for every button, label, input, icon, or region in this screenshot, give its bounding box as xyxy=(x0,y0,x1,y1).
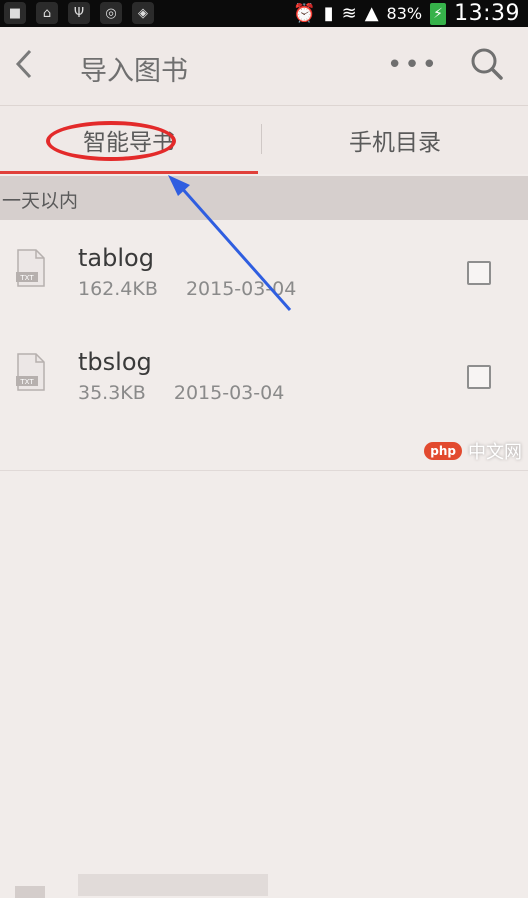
file-checkbox[interactable] xyxy=(467,365,491,389)
status-bar: ■ ⌂ Ψ ◎ ◈ ⏰ ▮ ≋ ▲ 83% ⚡ 13:39 xyxy=(0,0,528,27)
battery-icon: ⚡ xyxy=(430,2,447,25)
blurred-file-name xyxy=(78,874,268,896)
txt-file-icon: TXT xyxy=(16,353,45,391)
list-item[interactable]: TXT tbslog 35.3KB 2015-03-04 xyxy=(0,324,528,429)
alarm-icon: ⏰ xyxy=(293,3,316,24)
file-name: tablog xyxy=(78,244,154,272)
watermark: php 中文网 xyxy=(424,438,522,464)
wifi-icon: ≋ xyxy=(341,3,357,24)
file-checkbox[interactable] xyxy=(467,261,491,285)
download-icon: ▮ xyxy=(323,3,334,24)
watermark-text: 中文网 xyxy=(468,442,522,463)
file-size: 35.3KB xyxy=(78,382,146,404)
file-date: 2015-03-04 xyxy=(185,278,297,300)
search-icon[interactable] xyxy=(470,47,504,81)
svg-text:TXT: TXT xyxy=(19,274,34,282)
page-title: 导入图书 xyxy=(80,56,188,87)
txt-file-icon: TXT xyxy=(16,249,45,287)
file-size: 162.4KB xyxy=(78,278,158,300)
section-header: 一天以内 xyxy=(0,176,528,220)
file-meta: 35.3KB 2015-03-04 xyxy=(78,382,306,404)
home-icon: ⌂ xyxy=(36,2,58,24)
svg-text:TXT: TXT xyxy=(19,378,34,386)
battery-percent: 83% xyxy=(386,4,423,23)
file-date: 2015-03-04 xyxy=(173,382,285,404)
tab-phone-directory[interactable]: 手机目录 xyxy=(262,106,528,174)
shield-icon: ◈ xyxy=(132,2,154,24)
selected-tab-indicator xyxy=(0,171,258,174)
usb-icon: Ψ xyxy=(68,2,90,24)
back-chevron-icon[interactable] xyxy=(10,47,38,81)
clock: 13:39 xyxy=(454,1,520,26)
status-icons-right: ⏰ ▮ ≋ ▲ 83% ⚡ 13:39 xyxy=(293,0,520,27)
status-icons-left: ■ ⌂ Ψ ◎ ◈ xyxy=(4,2,154,24)
more-dots-icon[interactable]: ••• xyxy=(387,50,439,80)
section-label: 一天以内 xyxy=(2,190,79,212)
watermark-badge: php xyxy=(424,442,462,460)
file-meta: 162.4KB 2015-03-04 xyxy=(78,278,318,300)
signal-icon: ▲ xyxy=(364,3,379,24)
app-bar: 导入图书 ••• xyxy=(0,27,528,106)
tab-label: 手机目录 xyxy=(349,130,441,156)
list-item[interactable]: TXT tablog 162.4KB 2015-03-04 xyxy=(0,220,528,325)
notification-icon: ■ xyxy=(4,2,26,24)
annotation-oval xyxy=(46,121,176,161)
file-name: tbslog xyxy=(78,348,152,376)
file-icon-partial xyxy=(15,886,45,898)
gps-icon: ◎ xyxy=(100,2,122,24)
